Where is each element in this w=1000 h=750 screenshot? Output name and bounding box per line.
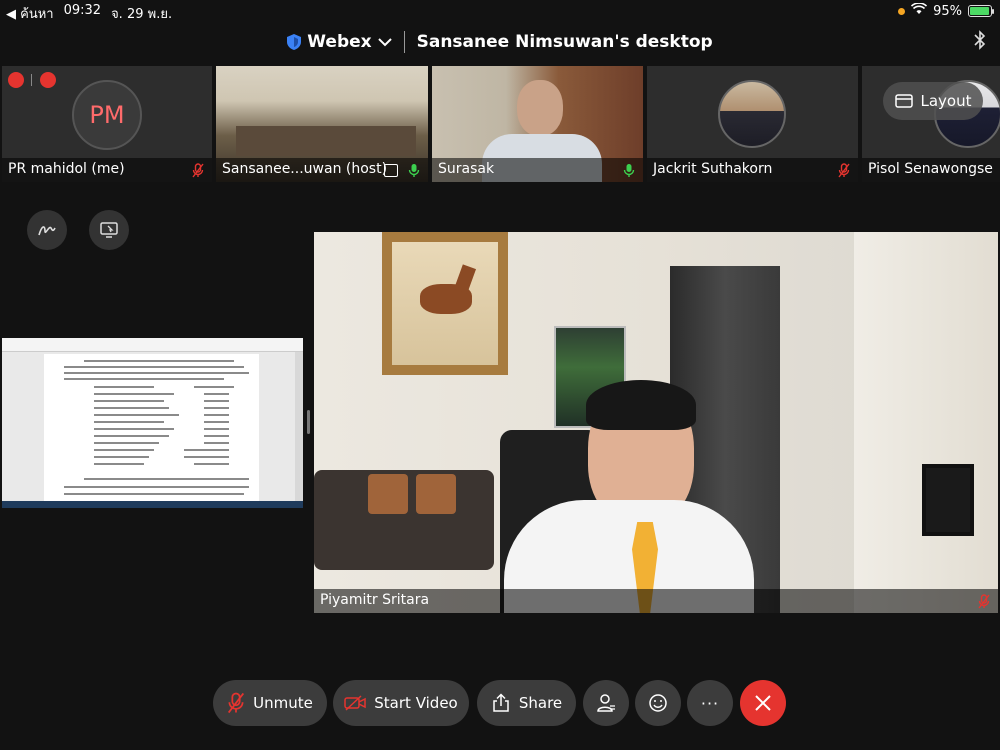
taskbar: [2, 501, 303, 508]
battery-percent: 95%: [933, 3, 962, 19]
document-page: [44, 354, 259, 502]
reactions-button[interactable]: [635, 680, 681, 726]
resize-handle[interactable]: [307, 410, 310, 434]
status-date: จ. 29 พ.ย.: [111, 7, 173, 22]
mic-muted-icon: [978, 594, 990, 609]
status-time: 09:32: [63, 3, 102, 18]
painting-frame: [382, 232, 508, 375]
participant-tile-host[interactable]: Sansanee...uwan (host): [216, 66, 428, 182]
bluetooth-icon: [974, 30, 986, 55]
sofa-cushion: [416, 474, 456, 514]
battery-icon: [968, 5, 994, 17]
divider: [31, 74, 32, 86]
photo-frame: [922, 464, 974, 536]
unmute-label: Unmute: [253, 694, 313, 712]
participant-name: PR mahidol (me): [8, 161, 125, 177]
participant-head: [517, 80, 563, 136]
video-off-icon: [344, 695, 367, 711]
share-icon: [493, 693, 509, 712]
shield-icon: [287, 34, 302, 50]
webex-menu[interactable]: Webex: [287, 32, 392, 52]
recording-icon: [40, 72, 56, 88]
sharing-icon: [384, 164, 398, 177]
start-video-button[interactable]: Start Video: [333, 680, 469, 726]
mic-muted-icon: [228, 692, 245, 714]
layout-button-label: Layout: [920, 92, 972, 110]
active-speaker-video[interactable]: Piyamitr Sritara: [314, 232, 998, 613]
mic-active-icon: [408, 164, 420, 177]
header-divider: [403, 31, 405, 53]
mic-muted-icon: [838, 163, 850, 178]
participant-tile-jackrit[interactable]: Jackrit Suthakorn: [647, 66, 858, 182]
participant-name: Pisol Senawongse: [868, 161, 993, 177]
leave-meeting-button[interactable]: [740, 680, 786, 726]
speaker-hair: [586, 380, 696, 430]
participant-name: Sansanee...uwan (host): [222, 161, 388, 177]
avatar-initials: PM: [89, 101, 125, 129]
document-toolbar: [2, 338, 303, 352]
sofa-cushion: [368, 474, 408, 514]
participant-name: Surasak: [438, 161, 495, 177]
mic-muted-icon: [192, 163, 204, 178]
layout-icon: [894, 94, 913, 108]
annotate-button[interactable]: [27, 210, 67, 250]
window-title: Sansanee Nimsuwan's desktop: [416, 32, 713, 52]
wifi-icon: [911, 2, 928, 19]
status-bar: ◀ ค้นหา 09:32 จ. 29 พ.ย. 95%: [0, 0, 1000, 22]
participant-name: Jackrit Suthakorn: [653, 161, 773, 177]
conference-table: [236, 126, 416, 156]
share-button[interactable]: Share: [477, 680, 576, 726]
avatar: PM: [72, 80, 142, 150]
avatar: [718, 80, 786, 148]
close-icon: [755, 695, 771, 711]
participant-tile-self[interactable]: PM PR mahidol (me): [2, 66, 212, 182]
mic-in-use-indicator-icon: [898, 7, 906, 15]
more-options-button[interactable]: ···: [687, 680, 733, 726]
more-label: ···: [700, 693, 720, 713]
unmute-button[interactable]: Unmute: [213, 680, 327, 726]
active-speaker-name: Piyamitr Sritara: [320, 592, 430, 608]
smiley-icon: [649, 694, 667, 712]
participants-button[interactable]: [583, 680, 629, 726]
app-name: Webex: [307, 32, 372, 52]
document-sidebar: [295, 352, 303, 502]
right-cabinet: [854, 232, 998, 613]
start-video-label: Start Video: [374, 694, 458, 712]
mic-active-icon: [623, 164, 635, 177]
horse-painting: [392, 242, 498, 365]
shared-screen-preview[interactable]: [2, 338, 303, 508]
share-label: Share: [518, 694, 563, 712]
share-screen-control-button[interactable]: [89, 210, 129, 250]
annotate-pen-icon: [38, 226, 56, 236]
participant-tile-surasak[interactable]: Surasak: [432, 66, 643, 182]
participants-icon: [597, 694, 615, 712]
meeting-header: Webex Sansanee Nimsuwan's desktop: [0, 28, 1000, 56]
layout-button[interactable]: Layout: [883, 82, 983, 120]
screen-pointer-icon: [100, 222, 118, 238]
mute-indicator-icon: [8, 72, 24, 88]
chevron-down-icon: [377, 38, 392, 47]
back-to-search-link[interactable]: ◀ ค้นหา: [6, 3, 54, 24]
